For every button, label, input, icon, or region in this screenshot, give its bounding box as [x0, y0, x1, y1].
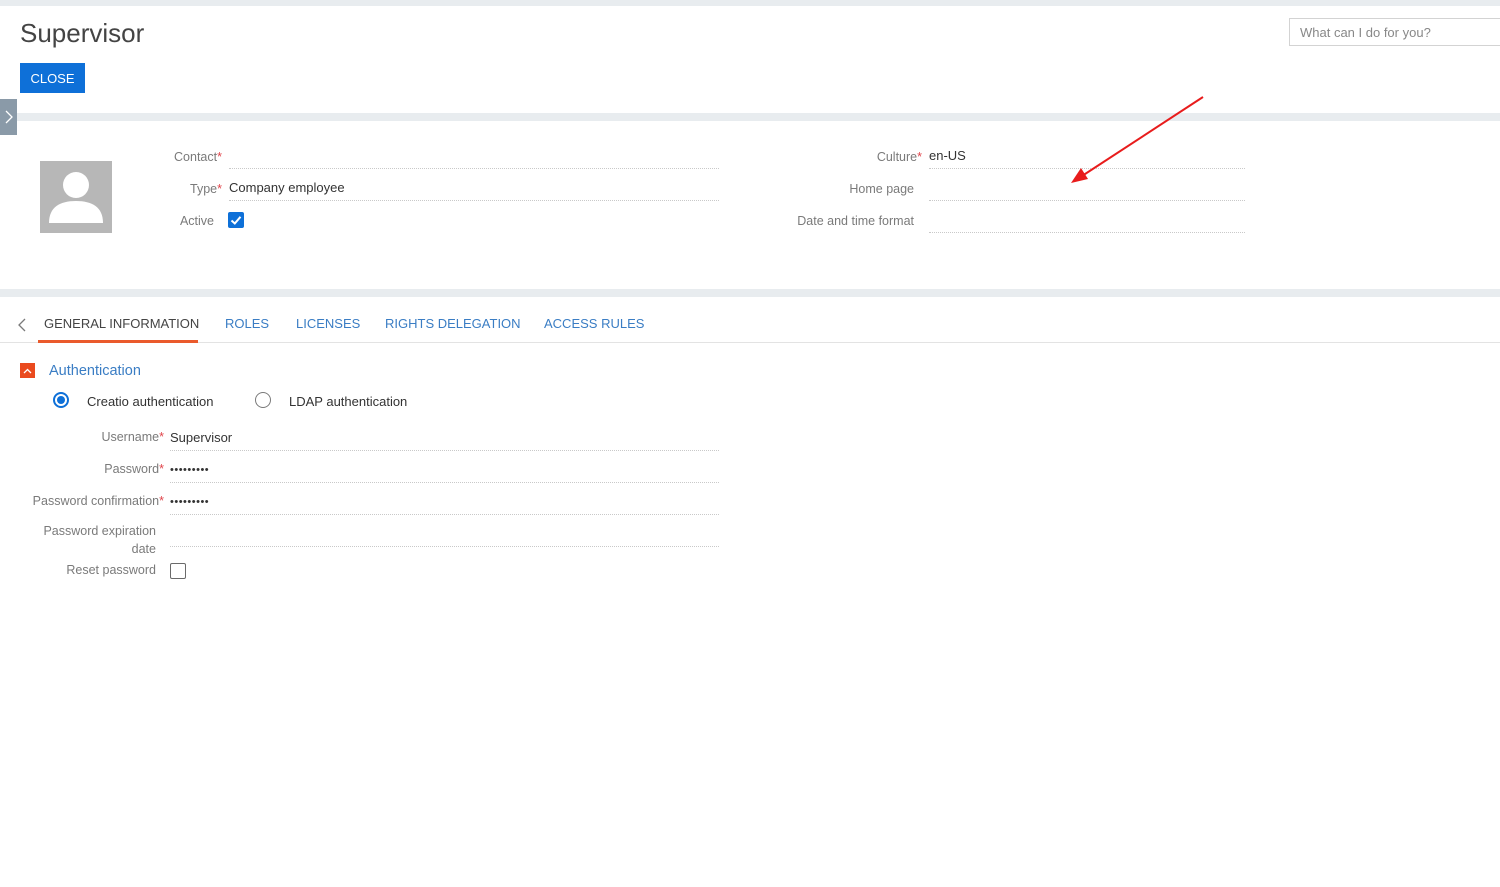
active-tab-indicator — [38, 340, 198, 343]
sidebar-toggle-button[interactable] — [0, 99, 17, 135]
close-button[interactable]: CLOSE — [20, 63, 85, 93]
reset-password-checkbox[interactable] — [170, 563, 186, 579]
active-label: Active — [179, 214, 214, 228]
reset-password-label: Reset password — [66, 563, 156, 577]
creatio-auth-radio[interactable] — [53, 392, 69, 408]
search-box[interactable] — [1289, 18, 1500, 46]
annotation-arrow — [1071, 96, 1204, 183]
culture-field[interactable]: en-US — [929, 145, 1245, 169]
header-separator — [0, 113, 1500, 121]
tab-bar: GENERAL INFORMATION ROLES LICENSES RIGHT… — [0, 308, 1500, 343]
chevron-up-icon — [23, 368, 32, 373]
password-confirmation-field[interactable]: ••••••••• — [170, 491, 719, 515]
creatio-auth-label[interactable]: Creatio authentication — [87, 394, 213, 409]
profile-separator — [0, 289, 1500, 297]
checkmark-icon — [230, 216, 242, 225]
section-title-authentication[interactable]: Authentication — [49, 363, 141, 379]
chevron-right-icon — [5, 110, 13, 124]
type-field[interactable]: Company employee — [229, 177, 719, 201]
type-label: Type* — [190, 182, 222, 196]
tab-roles[interactable]: ROLES — [225, 316, 269, 331]
section-collapse-button[interactable] — [20, 363, 35, 378]
chevron-left-icon[interactable] — [16, 317, 28, 333]
user-avatar-icon — [49, 172, 103, 223]
username-label: Username* — [101, 430, 164, 444]
ldap-auth-radio[interactable] — [255, 392, 271, 408]
active-checkbox[interactable] — [228, 212, 244, 228]
tab-access-rules[interactable]: ACCESS RULES — [544, 316, 644, 331]
password-expiration-label: Password expiration date — [43, 524, 156, 556]
password-label: Password* — [104, 462, 164, 476]
tab-licenses[interactable]: LICENSES — [296, 316, 360, 331]
contact-label: Contact* — [174, 150, 222, 164]
tab-general-information[interactable]: GENERAL INFORMATION — [44, 316, 199, 331]
avatar[interactable] — [40, 161, 112, 233]
date-time-format-field[interactable] — [929, 209, 1245, 233]
search-input[interactable] — [1290, 19, 1500, 45]
contact-field[interactable] — [229, 145, 719, 169]
username-field[interactable]: Supervisor — [170, 427, 719, 451]
home-page-field[interactable] — [929, 177, 1245, 201]
top-strip — [0, 0, 1500, 6]
ldap-auth-label[interactable]: LDAP authentication — [289, 394, 407, 409]
home-page-label: Home page — [849, 182, 914, 196]
password-confirmation-label: Password confirmation* — [32, 494, 164, 508]
page-title: Supervisor — [20, 18, 145, 48]
culture-label: Culture* — [876, 150, 922, 164]
password-field[interactable]: ••••••••• — [170, 459, 719, 483]
date-time-format-label: Date and time format — [797, 214, 914, 228]
password-expiration-field[interactable] — [170, 523, 719, 547]
tab-rights-delegation[interactable]: RIGHTS DELEGATION — [385, 316, 521, 331]
